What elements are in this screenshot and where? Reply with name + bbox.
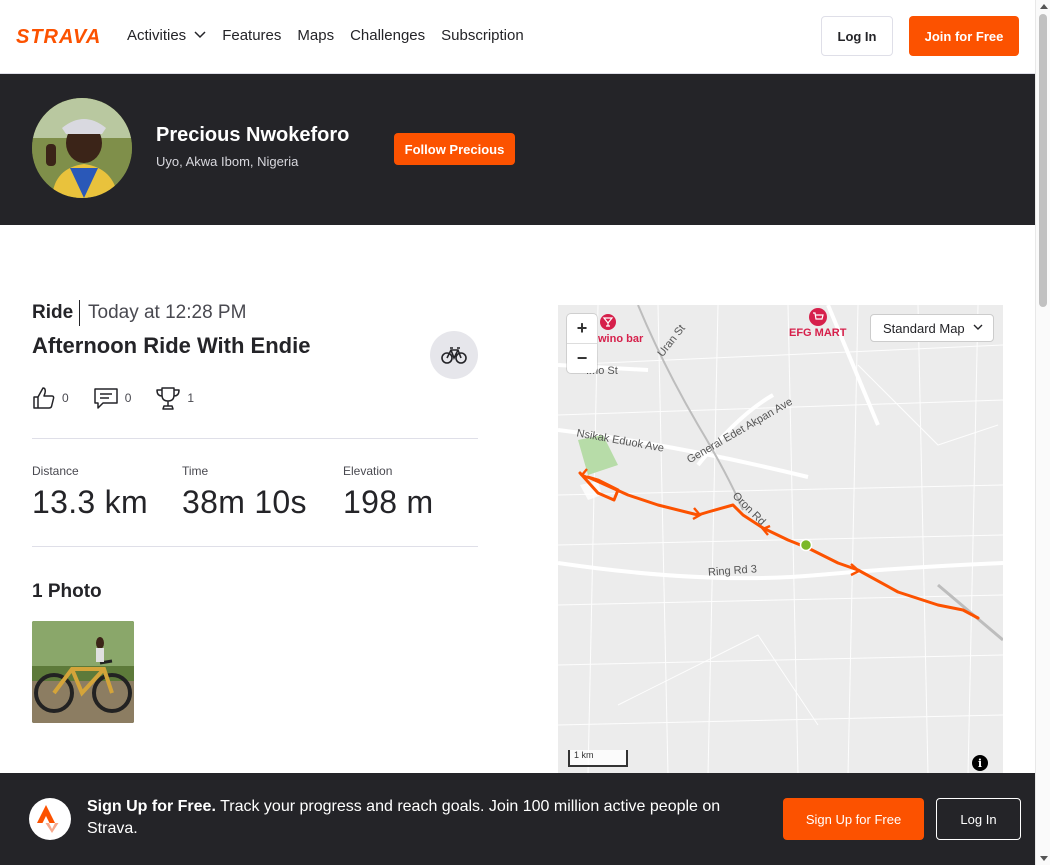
- banner-text: Sign Up for Free. Track your progress an…: [87, 796, 757, 840]
- stat-value: 198 m: [343, 484, 434, 520]
- activity-type: Ride: [32, 302, 74, 323]
- bike-icon: [441, 347, 467, 364]
- login-button[interactable]: Log In: [821, 16, 893, 56]
- stat-label: Time: [182, 464, 209, 478]
- ride-sport-badge: [430, 331, 478, 379]
- map-info-icon[interactable]: i: [972, 755, 988, 771]
- kudos-button[interactable]: 0: [32, 386, 69, 410]
- divider: [32, 546, 478, 547]
- nav-challenges[interactable]: Challenges: [350, 24, 425, 46]
- stat-elevation: Elevation 198 m: [343, 464, 433, 521]
- achievements-count: 1: [187, 391, 195, 405]
- comment-icon: [93, 388, 118, 409]
- social-actions: 0 0 1: [32, 384, 218, 412]
- strava-logo[interactable]: STRAVA: [16, 26, 112, 46]
- signup-banner: Sign Up for Free. Track your progress an…: [0, 773, 1035, 865]
- strava-mark-icon: [29, 798, 71, 840]
- stat-time: Time 38m 10s: [182, 464, 307, 521]
- scroll-down-arrow-icon[interactable]: [1040, 856, 1048, 861]
- divider: [79, 300, 80, 326]
- bike-photo-image: [32, 621, 134, 723]
- page: STRAVA Activities Features Maps Challeng…: [0, 0, 1050, 865]
- activity-title: Afternoon Ride With Endie: [32, 333, 311, 358]
- strava-chevron-icon: [37, 805, 59, 833]
- kudos-count: 0: [62, 391, 69, 405]
- nav-links: Activities Features Maps Challenges Subs…: [127, 24, 524, 46]
- athlete-location: Uyo, Akwa Ibom, Nigeria: [156, 154, 299, 169]
- avatar[interactable]: [32, 98, 132, 198]
- athlete-name[interactable]: Precious Nwokeforo: [156, 124, 349, 147]
- route-line: [578, 468, 980, 620]
- stat-value: 13.3 km: [32, 484, 148, 520]
- avatar-image: [32, 98, 132, 198]
- start-marker: [799, 538, 813, 552]
- comments-count: 0: [124, 391, 132, 405]
- zoom-in-button[interactable]: +: [567, 314, 597, 343]
- photos-title: 1 Photo: [32, 581, 102, 602]
- achievements-button[interactable]: 1: [155, 385, 194, 411]
- divider: [32, 438, 478, 439]
- zoom-out-button[interactable]: −: [567, 344, 597, 373]
- nav-subscription[interactable]: Subscription: [441, 24, 524, 46]
- nav-activities[interactable]: Activities: [127, 24, 206, 46]
- activity-photo[interactable]: [32, 621, 134, 723]
- join-button[interactable]: Join for Free: [909, 16, 1019, 56]
- nav-maps[interactable]: Maps: [297, 24, 334, 46]
- map-style-value: Standard Map: [883, 320, 965, 336]
- zoom-control: + −: [567, 314, 597, 373]
- comments-button[interactable]: 0: [93, 386, 132, 410]
- follow-button[interactable]: Follow Precious: [394, 133, 515, 165]
- chevron-down-icon: [973, 324, 983, 330]
- map-scale: 1 km: [568, 750, 628, 767]
- signup-button[interactable]: Sign Up for Free: [783, 798, 924, 840]
- thumbs-up-icon: [33, 387, 55, 409]
- svg-text:STRAVA: STRAVA: [16, 26, 101, 46]
- nav-activities-label: Activities: [127, 26, 187, 44]
- map-style-select[interactable]: Standard Map: [870, 314, 994, 342]
- chevron-down-icon: [194, 31, 206, 39]
- page-scrollbar[interactable]: [1035, 0, 1050, 865]
- banner-headline: Sign Up for Free.: [87, 798, 216, 815]
- scroll-up-arrow-icon[interactable]: [1040, 4, 1048, 9]
- activity-time: Today at 12:28 PM: [88, 302, 247, 323]
- stat-label: Elevation: [343, 464, 393, 478]
- nav-features[interactable]: Features: [222, 24, 281, 46]
- trophy-icon: [156, 387, 181, 410]
- top-nav: STRAVA Activities Features Maps Challeng…: [0, 0, 1035, 74]
- stat-label: Distance: [32, 464, 79, 478]
- scroll-thumb[interactable]: [1039, 14, 1047, 307]
- stat-value: 38m 10s: [182, 484, 307, 520]
- athlete-header: Precious Nwokeforo Uyo, Akwa Ibom, Niger…: [0, 74, 1035, 225]
- route-map[interactable]: Uran St Imo St Nsikak Eduok Ave General …: [558, 305, 1003, 775]
- stat-distance: Distance 13.3 km: [32, 464, 148, 521]
- banner-login-button[interactable]: Log In: [936, 798, 1021, 840]
